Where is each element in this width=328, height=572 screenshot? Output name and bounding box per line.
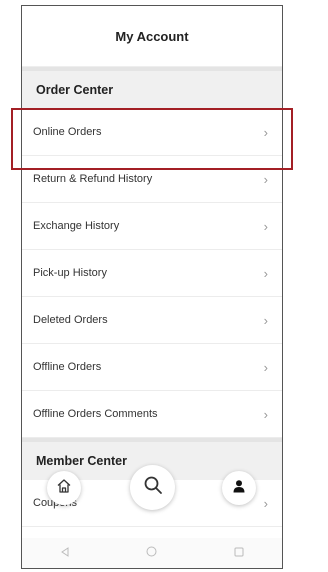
back-icon[interactable] [60,546,70,560]
search-icon [143,475,163,500]
search-nav-button[interactable] [130,465,175,510]
list-item-label: Exchange History [33,220,120,232]
chevron-right-icon: › [263,359,268,375]
chevron-right-icon: › [263,218,268,234]
list-item-label: Deleted Orders [33,314,108,326]
list-item-return-refund-history[interactable]: Return & Refund History › [22,156,282,203]
page-title: My Account [22,6,282,67]
chevron-right-icon: › [263,124,268,140]
home-icon [56,478,72,499]
chevron-right-icon: › [263,265,268,281]
list-item-deleted-orders[interactable]: Deleted Orders › [22,297,282,344]
list-item-label: Return & Refund History [33,173,153,185]
system-nav-bar [22,538,282,568]
list-item-offline-orders[interactable]: Offline Orders › [22,344,282,391]
home-circle-icon[interactable] [146,546,157,560]
list-item-offline-orders-comments[interactable]: Offline Orders Comments › [22,391,282,438]
home-nav-button[interactable] [47,471,81,505]
section-order-center: Order Center [22,67,282,109]
account-nav-button[interactable] [222,471,256,505]
list-item-pick-up-history[interactable]: Pick-up History › [22,250,282,297]
recents-icon[interactable] [234,547,244,560]
list-item-label: Pick-up History [33,267,107,279]
user-icon [232,479,246,498]
chevron-right-icon: › [263,312,268,328]
chevron-right-icon: › [263,406,268,422]
chevron-right-icon: › [263,171,268,187]
list-item-exchange-history[interactable]: Exchange History › [22,203,282,250]
list-item-label: Online Orders [33,126,102,138]
list-item-label: Offline Orders [33,361,102,373]
chevron-right-icon: › [263,495,268,511]
list-item-label: Offline Orders Comments [33,408,158,420]
list-item-online-orders[interactable]: Online Orders › [22,109,282,156]
